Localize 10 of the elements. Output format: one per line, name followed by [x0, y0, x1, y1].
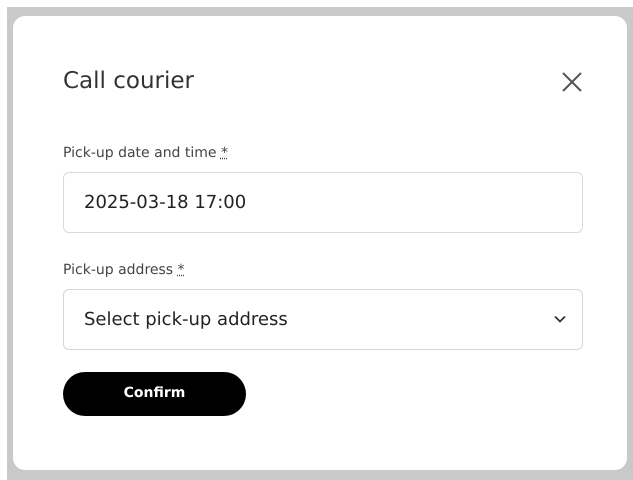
required-mark: * [220, 144, 228, 161]
confirm-button[interactable]: Confirm [63, 372, 246, 416]
chevron-down-icon [554, 315, 566, 324]
address-select[interactable]: Select pick-up address [63, 288, 583, 350]
date-time-field[interactable]: 2025-03-18 17:00 [63, 172, 583, 233]
field-label: Pick-up address [63, 262, 174, 278]
close-button[interactable] [561, 70, 583, 93]
dialog-title: Call courier [63, 68, 194, 96]
field-label: Pick-up date and time [63, 144, 217, 161]
required-mark: * [178, 262, 185, 278]
